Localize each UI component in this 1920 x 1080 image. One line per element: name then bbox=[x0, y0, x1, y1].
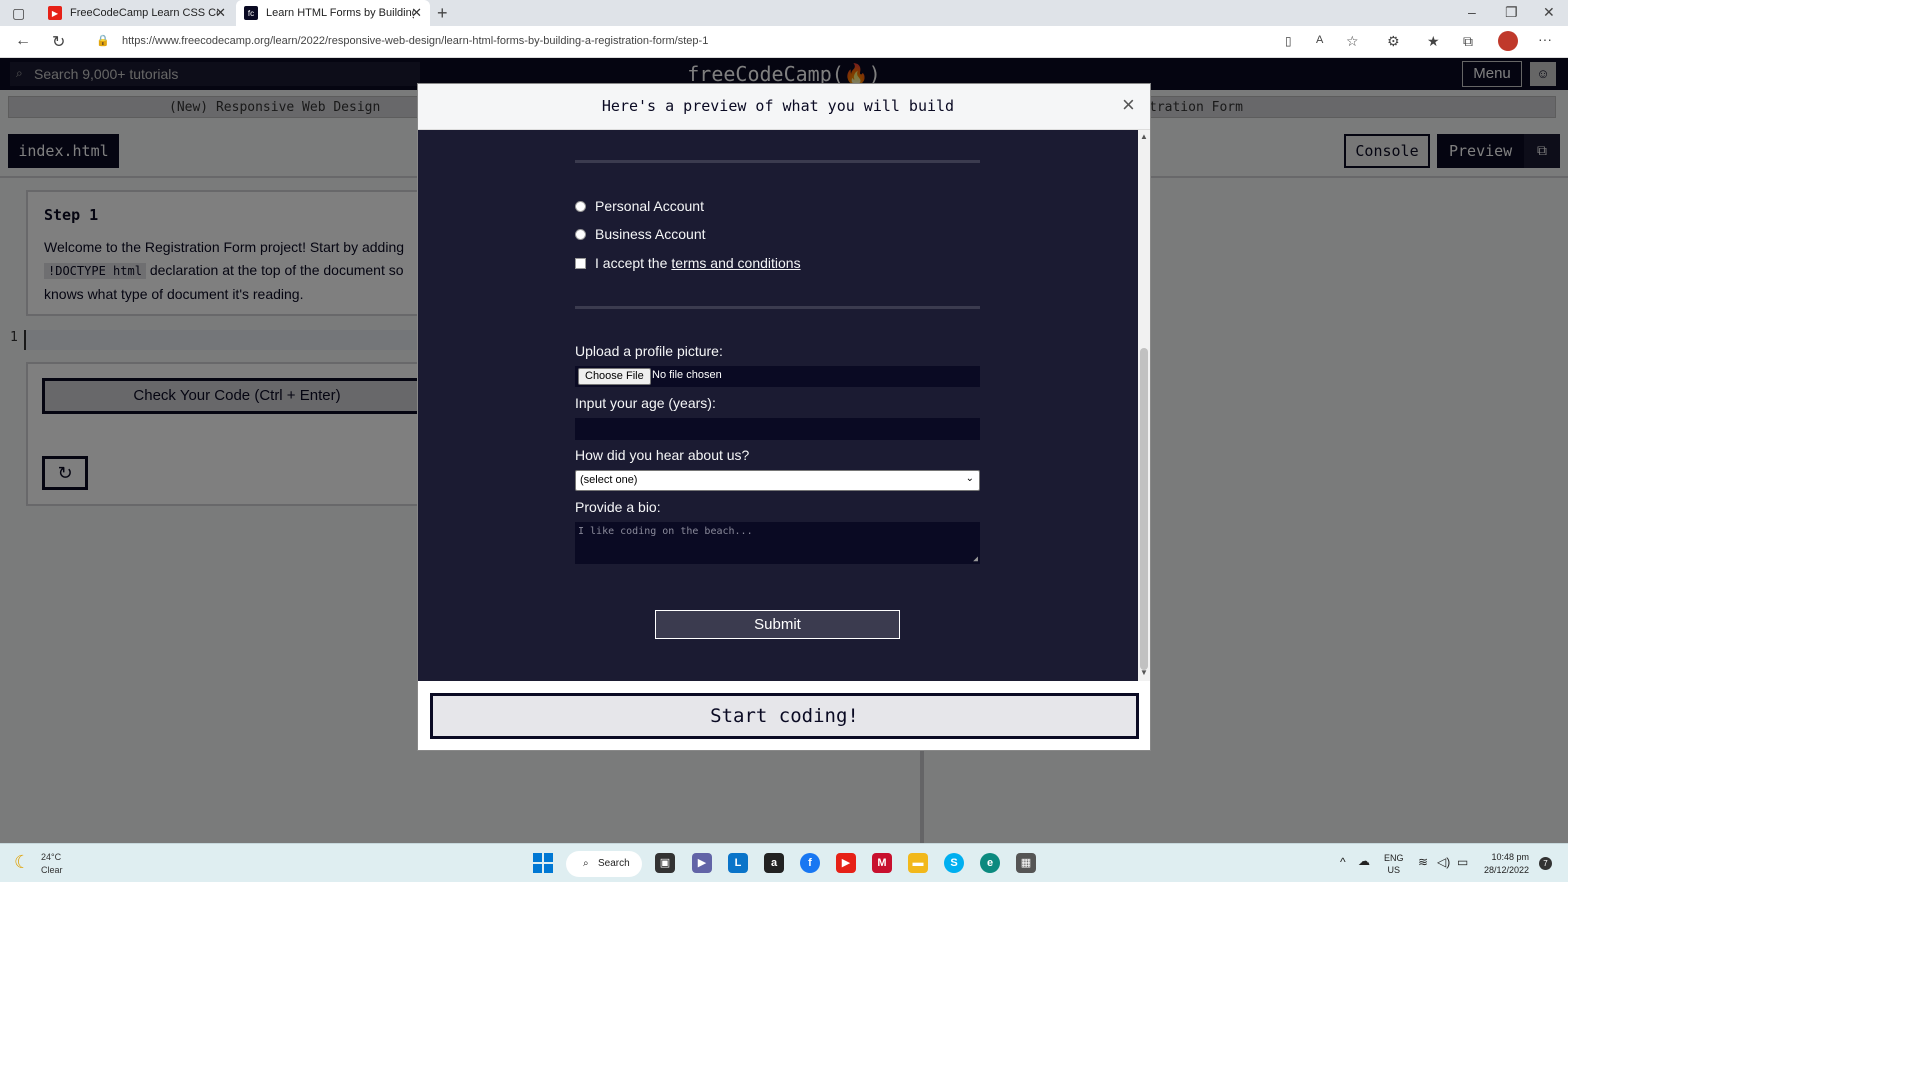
close-window-icon[interactable]: ✕ bbox=[1543, 4, 1555, 21]
battery-icon[interactable]: ▭ bbox=[1457, 855, 1468, 869]
minimize-icon[interactable]: – bbox=[1468, 4, 1476, 20]
submit-button[interactable]: Submit bbox=[655, 610, 900, 639]
edge-icon[interactable]: e bbox=[980, 853, 1000, 873]
business-account-option[interactable]: Business Account bbox=[575, 226, 706, 242]
facebook-icon[interactable]: f bbox=[800, 853, 820, 873]
volume-icon[interactable]: ◁) bbox=[1437, 855, 1450, 869]
task-view-icon[interactable]: ▣ bbox=[655, 853, 675, 873]
back-icon[interactable]: ← bbox=[15, 32, 31, 50]
close-tab-icon[interactable]: ✕ bbox=[215, 5, 226, 21]
resize-grip-icon[interactable]: ◢ bbox=[973, 554, 978, 563]
fieldset-divider bbox=[575, 160, 980, 163]
windows-start-icon[interactable] bbox=[533, 853, 553, 873]
search-icon: ⌕ bbox=[583, 858, 589, 869]
radio-button[interactable] bbox=[575, 200, 586, 212]
modal-footer: Start coding! bbox=[418, 681, 1150, 750]
radio-label: Personal Account bbox=[595, 198, 704, 214]
file-status: No file chosen bbox=[652, 369, 722, 381]
fieldset-divider bbox=[575, 306, 980, 309]
l-app-icon[interactable]: L bbox=[728, 853, 748, 873]
browser-tab-strip: ▢ ▶ FreeCodeCamp Learn CSS Colors ✕ fc L… bbox=[0, 0, 1568, 26]
file-explorer-icon[interactable]: ▬ bbox=[908, 853, 928, 873]
skype-icon[interactable]: S bbox=[944, 853, 964, 873]
onedrive-icon[interactable]: ☁ bbox=[1358, 854, 1370, 868]
region: US bbox=[1387, 865, 1401, 875]
date: 28/12/2022 bbox=[1484, 865, 1530, 875]
scroll-down-icon[interactable]: ▼ bbox=[1140, 668, 1148, 677]
browser-tab-html-forms[interactable]: fc Learn HTML Forms by Building a ✕ bbox=[236, 0, 430, 26]
select-value: (select one) bbox=[580, 474, 638, 486]
profile-avatar[interactable] bbox=[1498, 31, 1518, 51]
radio-button[interactable] bbox=[575, 228, 586, 240]
referrer-select[interactable]: (select one) ⌄ bbox=[575, 470, 980, 491]
scroll-up-icon[interactable]: ▲ bbox=[1140, 132, 1148, 141]
restore-icon[interactable]: ❐ bbox=[1505, 4, 1518, 21]
start-coding-button[interactable]: Start coding! bbox=[430, 693, 1139, 739]
extensions-icon[interactable]: ⚙ bbox=[1387, 33, 1400, 50]
terms-checkbox[interactable] bbox=[575, 257, 586, 269]
youtube-icon: ▶ bbox=[48, 6, 62, 20]
modal-title: Here's a preview of what you will build bbox=[601, 97, 955, 115]
profile-picture-input[interactable]: Choose File No file chosen bbox=[575, 366, 980, 387]
taskbar-search-label: Search bbox=[598, 858, 630, 869]
choose-file-button[interactable]: Choose File bbox=[578, 368, 651, 385]
more-options-icon[interactable]: ··· bbox=[1538, 31, 1552, 47]
tab-title: FreeCodeCamp Learn CSS Colors bbox=[70, 7, 218, 19]
age-label: Input your age (years): bbox=[575, 395, 716, 411]
preview-modal: Here's a preview of what you will build … bbox=[417, 83, 1151, 751]
youtube-icon[interactable]: ▶ bbox=[836, 853, 856, 873]
moon-icon[interactable]: ☾ bbox=[14, 852, 30, 873]
terms-prefix: I accept the bbox=[595, 255, 668, 271]
time: 10:48 pm bbox=[1491, 852, 1530, 862]
bio-label: Provide a bio: bbox=[575, 499, 661, 515]
address-bar: ← ↻ 🔒 https://www.freecodecamp.org/learn… bbox=[0, 26, 1568, 58]
amazon-icon[interactable]: a bbox=[764, 853, 784, 873]
terms-option[interactable]: I accept the terms and conditions bbox=[575, 255, 801, 271]
weather-condition: Clear bbox=[41, 865, 63, 875]
calculator-icon[interactable]: ▦ bbox=[1016, 853, 1036, 873]
teams-icon[interactable]: ▶ bbox=[692, 853, 712, 873]
taskbar-search[interactable]: ⌕ Search bbox=[566, 851, 642, 877]
modal-header: Here's a preview of what you will build … bbox=[418, 84, 1150, 130]
modal-preview-frame[interactable]: Personal Account Business Account I acce… bbox=[418, 130, 1150, 681]
tab-title: Learn HTML Forms by Building a bbox=[266, 7, 414, 19]
radio-label: Business Account bbox=[595, 226, 706, 242]
referrer-label: How did you hear about us? bbox=[575, 447, 750, 463]
chevron-down-icon: ⌄ bbox=[965, 473, 974, 484]
scrollbar-thumb[interactable] bbox=[1140, 348, 1148, 670]
clock[interactable]: 10:48 pm 28/12/2022 bbox=[1484, 851, 1529, 877]
refresh-icon[interactable]: ↻ bbox=[52, 32, 65, 52]
upload-label: Upload a profile picture: bbox=[575, 343, 723, 359]
bio-textarea[interactable]: I like coding on the beach... ◢ bbox=[575, 522, 980, 564]
personal-account-option[interactable]: Personal Account bbox=[575, 198, 704, 214]
close-tab-icon[interactable]: ✕ bbox=[411, 5, 422, 21]
favorite-add-icon[interactable]: ☆ bbox=[1346, 33, 1359, 50]
freecodecamp-icon: fc bbox=[244, 6, 258, 20]
browser-tab-css-colors[interactable]: ▶ FreeCodeCamp Learn CSS Colors ✕ bbox=[40, 0, 234, 26]
weather-widget[interactable]: 24°C Clear bbox=[41, 851, 63, 877]
bio-placeholder: I like coding on the beach... bbox=[578, 526, 753, 537]
terms-link[interactable]: terms and conditions bbox=[671, 255, 800, 271]
lock-icon[interactable]: 🔒 bbox=[96, 34, 110, 47]
wifi-icon[interactable]: ≋ bbox=[1418, 855, 1428, 869]
read-aloud-icon[interactable]: A bbox=[1316, 34, 1323, 46]
chevron-up-icon[interactable]: ^ bbox=[1340, 855, 1346, 869]
notification-badge[interactable]: 7 bbox=[1539, 857, 1552, 870]
close-icon[interactable]: × bbox=[1122, 92, 1135, 118]
language: ENG bbox=[1384, 853, 1404, 863]
new-tab-icon[interactable]: + bbox=[437, 3, 448, 24]
language-indicator[interactable]: ENG US bbox=[1384, 852, 1404, 876]
age-input[interactable] bbox=[575, 418, 980, 440]
url-field[interactable]: https://www.freecodecamp.org/learn/2022/… bbox=[122, 35, 708, 47]
favorites-icon[interactable]: ★ bbox=[1427, 33, 1440, 50]
reading-mode-icon[interactable]: ▯ bbox=[1285, 34, 1292, 48]
collections-icon[interactable]: ⧉ bbox=[1463, 33, 1473, 50]
tab-actions-icon[interactable]: ▢ bbox=[12, 5, 25, 22]
mcafee-icon[interactable]: M bbox=[872, 853, 892, 873]
windows-taskbar: ☾ 24°C Clear ⌕ Search ▣ ▶ L a f ▶ M ▬ S … bbox=[0, 843, 1568, 882]
temperature: 24°C bbox=[41, 852, 62, 862]
